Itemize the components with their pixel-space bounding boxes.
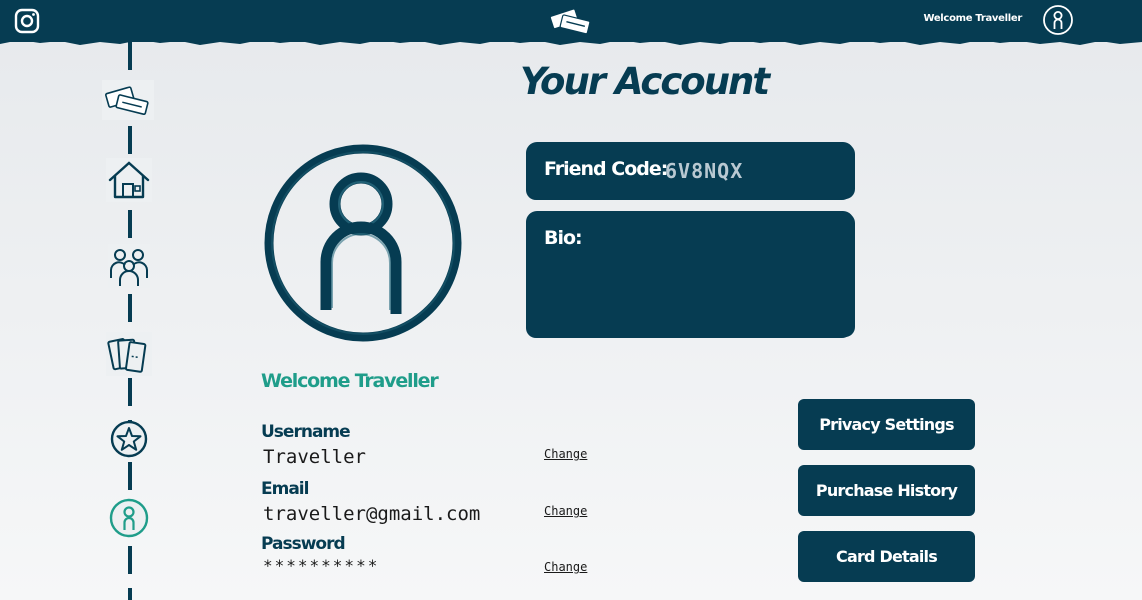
instagram-icon[interactable] xyxy=(14,8,40,34)
purchase-history-button[interactable]: Purchase History xyxy=(798,465,975,516)
privacy-settings-button[interactable]: Privacy Settings xyxy=(798,399,975,450)
password-value: ********** xyxy=(263,556,380,575)
username-label: Username xyxy=(261,422,351,442)
email-label: Email xyxy=(261,479,309,499)
bio-label: Bio: xyxy=(544,227,583,249)
change-username-link[interactable]: Change xyxy=(544,447,587,461)
email-value: traveller@gmail.com xyxy=(263,503,481,525)
change-email-link[interactable]: Change xyxy=(544,504,587,518)
sidebar-item-home[interactable] xyxy=(106,158,152,202)
change-password-link[interactable]: Change xyxy=(544,560,587,574)
sidebar-item-tickets[interactable] xyxy=(106,332,152,376)
bio-card[interactable]: Bio: xyxy=(527,212,853,336)
page-title: Your Account xyxy=(520,60,770,103)
user-avatar-icon[interactable] xyxy=(1042,4,1074,36)
card-details-button[interactable]: Card Details xyxy=(798,531,975,582)
torn-edge xyxy=(0,36,1142,45)
header-welcome-text: Welcome Traveller xyxy=(923,13,1022,24)
welcome-heading: Welcome Traveller xyxy=(261,370,439,392)
profile-avatar-icon xyxy=(264,144,462,342)
sidebar-item-favourites[interactable] xyxy=(109,419,149,459)
password-label: Password xyxy=(261,534,346,554)
username-value: Traveller xyxy=(263,446,366,468)
sidebar-item-ticket-logo[interactable] xyxy=(102,80,154,120)
friend-code-label: Friend Code: xyxy=(544,158,668,180)
friend-code-value: 6V8NQX xyxy=(665,159,744,183)
sidebar-item-account[interactable] xyxy=(108,497,150,539)
ticket-logo-icon[interactable] xyxy=(548,4,596,36)
sidebar-item-friends[interactable] xyxy=(108,244,150,288)
friend-code-card: Friend Code: 6V8NQX xyxy=(527,143,853,198)
